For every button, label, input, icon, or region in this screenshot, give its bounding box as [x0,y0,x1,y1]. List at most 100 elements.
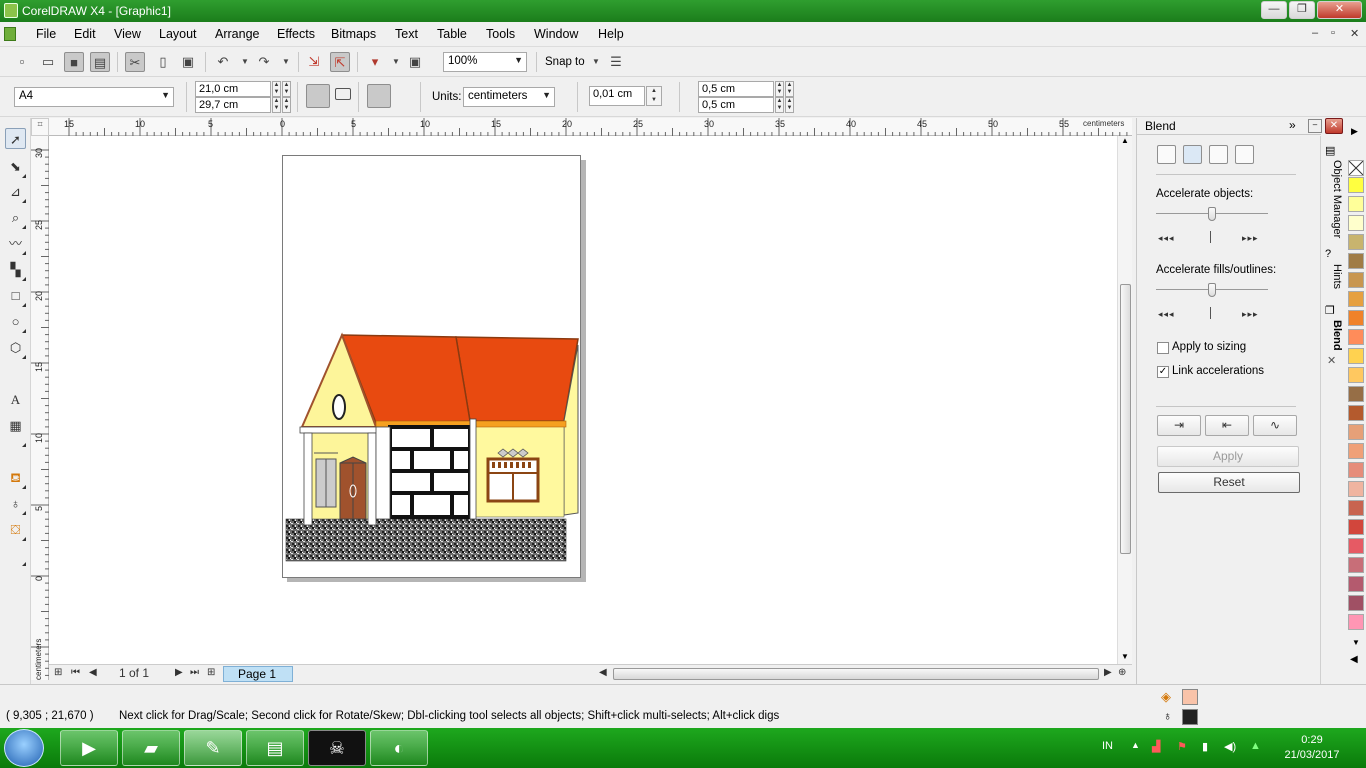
end-object-button[interactable]: ⇤ [1205,415,1249,436]
paper-width-lock[interactable]: ▲ ▼ [282,81,291,97]
save-icon[interactable]: ■ [64,52,84,72]
palette-swatch[interactable] [1348,272,1364,288]
show-hidden-icons-icon[interactable]: ▲ [1131,740,1140,750]
snap-to-button[interactable]: Snap to [545,56,585,68]
accelerate-fills-slider[interactable] [1208,283,1216,297]
menu-text[interactable]: Text [395,27,418,41]
palette-swatch[interactable] [1348,538,1364,554]
palette-flyout-icon[interactable]: ◀ [1350,654,1358,665]
dup-y-spinner[interactable]: ▲ ▼ [775,97,784,113]
mdi-close-button[interactable]: ✕ [1350,27,1359,40]
menu-help[interactable]: Help [598,27,624,41]
docker-minimize-icon[interactable]: – [1308,119,1322,133]
link-accelerations-checkbox[interactable]: ✓ [1157,366,1169,378]
cut-icon[interactable]: ✂ [125,52,145,72]
fill-color-swatch[interactable] [1182,689,1198,705]
pillar-brick-right[interactable] [469,418,477,520]
scroll-left-icon[interactable]: ◀ [599,667,607,678]
blend-color-icon[interactable] [1209,145,1228,164]
expand-docker-icon[interactable]: » [1289,118,1296,132]
path-properties-button[interactable]: ∿ [1253,415,1297,436]
text-tool-icon[interactable]: A [5,389,26,410]
nudge-offset-field[interactable]: 0,01 cm [589,86,645,106]
paste-icon[interactable]: ▣ [178,52,198,72]
insert-page-after-icon[interactable]: ⊞ [207,667,215,678]
palette-swatch[interactable] [1348,215,1364,231]
minimize-button[interactable]: — [1261,1,1287,19]
skull-app-icon[interactable]: ☠ [308,730,366,766]
vertical-scrollbar[interactable]: ▲ ▼ [1117,136,1132,664]
start-object-button[interactable]: ⇥ [1157,415,1201,436]
application-launcher-icon[interactable]: ▾ [365,52,385,72]
menu-table[interactable]: Table [437,27,467,41]
porch-beam[interactable] [299,426,379,434]
undo-dropdown-icon[interactable]: ▼ [235,52,255,72]
close-button[interactable]: ✕ [1317,1,1362,19]
palette-swatch[interactable] [1348,177,1364,193]
blend-misc-icon[interactable] [1235,145,1254,164]
language-indicator[interactable]: IN [1102,740,1113,752]
porch-column-right[interactable] [367,432,377,526]
right-roof[interactable] [455,336,579,422]
last-page-icon[interactable]: ⏭ [190,667,199,678]
horizontal-scroll-thumb[interactable] [613,668,1099,680]
undo-icon[interactable]: ↶ [213,52,233,72]
coreldraw-app-icon[interactable] [4,3,18,18]
paper-size-combo[interactable]: A4 ▼ [14,87,174,107]
palette-swatch[interactable] [1348,253,1364,269]
gable-vent[interactable] [332,394,346,420]
first-page-icon[interactable]: ⏮ [71,667,80,678]
nudge-offset-spinner[interactable]: ▲ ▼ [646,86,662,106]
document-icon[interactable] [4,27,16,41]
navigator-icon[interactable]: ⊕ [1118,667,1126,678]
launcher-dropdown-icon[interactable]: ▼ [386,52,406,72]
media-player-icon[interactable]: ▶ [60,730,118,766]
accelerate-objects-slider[interactable] [1208,207,1216,221]
ruler-origin-corner[interactable]: ⌗ [31,118,49,136]
palette-swatch[interactable] [1348,196,1364,212]
paper-width-field[interactable]: 21,0 cm [195,81,271,97]
palette-swatch[interactable] [1348,557,1364,573]
scroll-down-icon[interactable]: ▼ [1121,652,1129,661]
page-tab[interactable]: Page 1 [223,666,293,682]
clock[interactable]: 0:29 21/03/2017 [1280,733,1344,763]
vertical-scroll-thumb[interactable] [1120,284,1131,554]
new-icon[interactable]: ▫ [12,52,32,72]
next-page-icon[interactable]: ▶ [175,667,183,678]
print-icon[interactable]: ▤ [90,52,110,72]
palette-swatch[interactable] [1348,576,1364,592]
copy-icon[interactable]: ▯ [153,52,173,72]
action-center-icon[interactable]: ⚑ [1177,740,1187,753]
menu-bitmaps[interactable]: Bitmaps [331,27,376,41]
table-tool-icon[interactable]: ▦ [5,415,26,436]
apply-button[interactable]: Apply [1157,446,1299,467]
no-fill-swatch[interactable] [1348,160,1364,176]
paper-height-field[interactable]: 29,7 cm [195,97,271,113]
winrar-icon[interactable]: ▤ [246,730,304,766]
blend-acceleration-icon[interactable] [1183,145,1202,164]
palette-swatch[interactable] [1348,481,1364,497]
battery-icon[interactable]: ▮ [1202,740,1208,753]
start-button[interactable] [4,729,44,767]
mdi-minimize-button[interactable]: – [1312,27,1318,39]
palette-swatch[interactable] [1348,595,1364,611]
previous-page-icon[interactable]: ◀ [89,667,97,678]
insert-page-before-icon[interactable]: ⊞ [54,667,62,678]
menu-file[interactable]: File [36,27,56,41]
scroll-right-icon[interactable]: ▶ [1104,667,1112,678]
file-explorer-icon[interactable]: ▰ [122,730,180,766]
porch-column-left[interactable] [303,432,313,526]
coreldraw-icon[interactable]: ✎ [184,730,242,766]
palette-swatch[interactable] [1348,614,1364,630]
palette-swatch[interactable] [1348,386,1364,402]
units-combo[interactable]: centimeters ▼ [463,87,555,107]
mdi-restore-button[interactable]: ▫ [1331,27,1335,39]
palette-swatch[interactable] [1348,462,1364,478]
redo-icon[interactable]: ↷ [254,52,274,72]
drive-icon[interactable]: ▲ [1250,740,1261,752]
ground[interactable] [285,518,567,562]
menu-layout[interactable]: Layout [159,27,197,41]
docker-close-button[interactable]: ✕ [1325,118,1343,134]
duplicate-distance-y-field[interactable]: 0,5 cm [698,97,774,113]
duplicate-distance-x-field[interactable]: 0,5 cm [698,81,774,97]
